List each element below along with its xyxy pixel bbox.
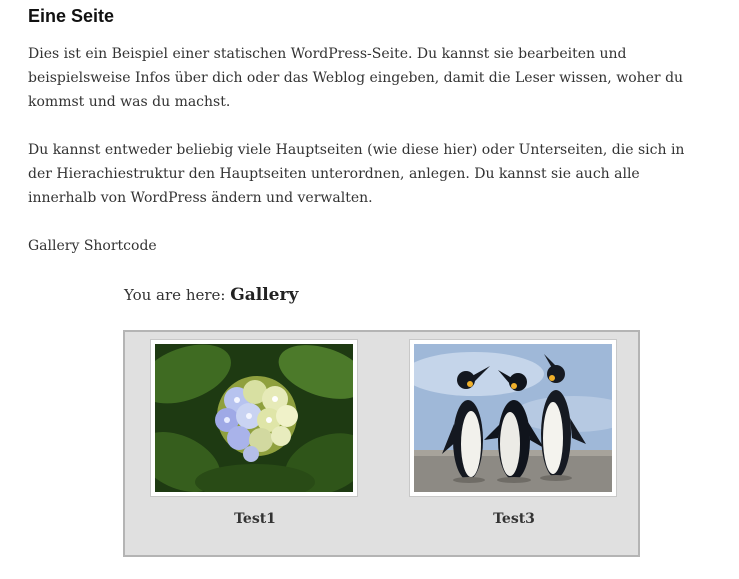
gallery: Test1 Test3 — [123, 330, 640, 557]
page-content: Dies ist ein Beispiel einer statischen W… — [28, 42, 688, 282]
gallery-item[interactable]: Test3 — [409, 339, 619, 528]
gallery-caption[interactable]: Test1 — [150, 510, 360, 528]
gallery-caption[interactable]: Test3 — [409, 510, 619, 528]
pages-paragraph: Du kannst entweder beliebig viele Haupts… — [28, 142, 685, 206]
hydrangea-flower-image[interactable] — [155, 344, 353, 492]
page-title: Eine Seite — [28, 6, 115, 26]
gallery-item[interactable]: Test1 — [150, 339, 360, 528]
penguins-image[interactable] — [414, 344, 612, 492]
gallery-thumbnail[interactable] — [150, 339, 358, 497]
gallery-thumbnail[interactable] — [409, 339, 617, 497]
breadcrumb-current[interactable]: Gallery — [230, 285, 298, 305]
breadcrumb: You are here: Gallery — [124, 283, 298, 307]
shortcode-label: Gallery Shortcode — [28, 238, 157, 254]
breadcrumb-prefix: You are here: — [124, 286, 231, 304]
intro-paragraph: Dies ist ein Beispiel einer statischen W… — [28, 46, 684, 110]
